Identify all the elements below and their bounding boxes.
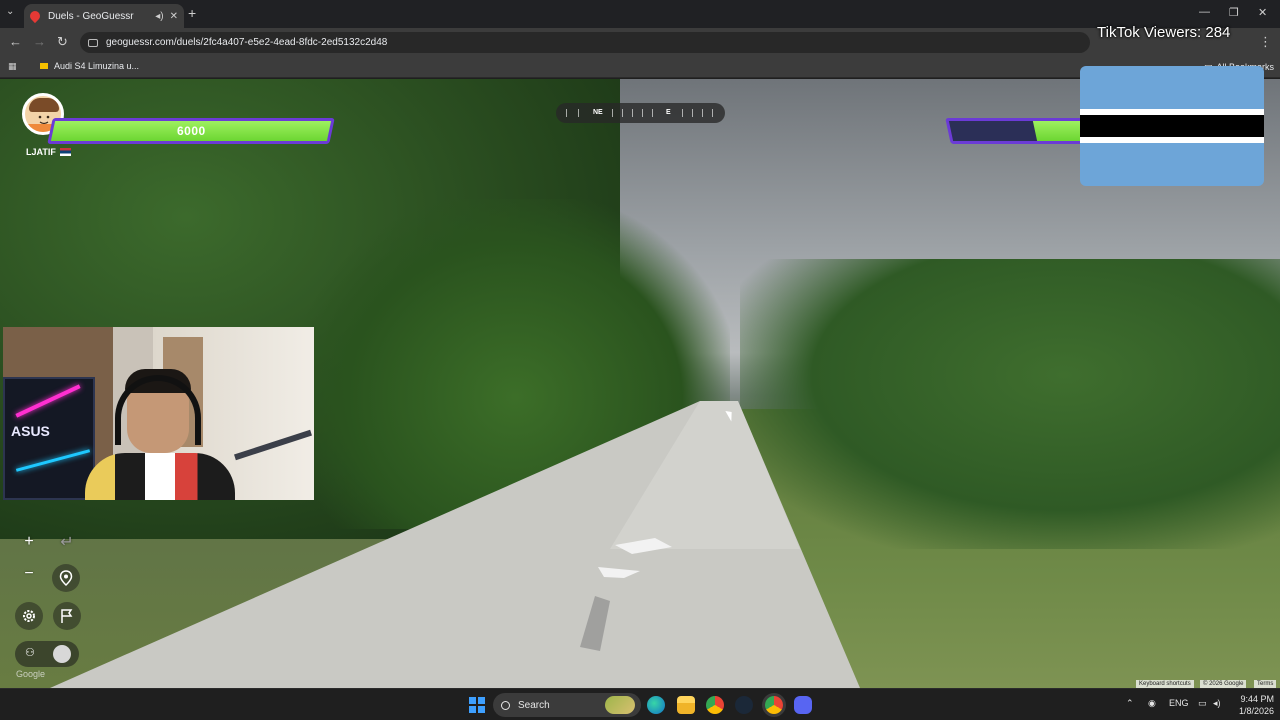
taskbar-clock[interactable]: 9:44 PM 1/8/2026 [1226, 693, 1274, 717]
compass-strip: NE E [556, 103, 725, 123]
search-icon [501, 700, 510, 710]
compass-label-ne: NE [593, 109, 603, 116]
botswana-flag-overlay [1080, 66, 1264, 186]
chrome-active-icon[interactable] [765, 696, 783, 714]
compass-label-e: E [666, 109, 671, 116]
file-explorer-icon[interactable] [677, 696, 695, 714]
address-bar[interactable]: geoguessr.com/duels/2fc4a407-e5e2-4ead-8… [80, 32, 1090, 53]
people-icon: ⚇ [25, 647, 35, 659]
restore-icon[interactable]: ❐ [1229, 6, 1239, 19]
menu-kebab-icon[interactable]: ⋮ [1259, 34, 1272, 50]
url-text: geoguessr.com/duels/2fc4a407-e5e2-4ead-8… [106, 37, 388, 48]
tab-search-icon[interactable]: ⌄ [6, 6, 14, 17]
tab-audio-icon[interactable]: ◂) [155, 11, 163, 22]
volume-icon[interactable]: ◂) [1213, 698, 1221, 709]
google-watermark: Google [16, 669, 46, 679]
map-view-toggle[interactable]: ⚇ [15, 641, 79, 667]
tab-duels[interactable]: Duels - GeoGuessr ◂) ✕ [24, 4, 184, 28]
back-icon[interactable]: ← [9, 34, 22, 49]
clock-date: 1/8/2026 [1238, 706, 1274, 716]
settings-button[interactable] [15, 602, 43, 630]
player-name-tag: LJATIF [26, 147, 71, 157]
opponent-health-bar [945, 118, 1101, 144]
chrome-icon[interactable] [706, 696, 724, 714]
gaming-pc: ASUS [3, 377, 95, 500]
language-indicator[interactable]: ENG [1169, 698, 1189, 708]
toggle-knob [53, 645, 71, 663]
clock-time: 9:44 PM [1240, 694, 1274, 704]
zoom-out-button[interactable]: − [18, 563, 40, 585]
return-to-start-button[interactable] [52, 564, 80, 592]
gear-icon [23, 610, 35, 622]
taskbar-search[interactable]: Search [493, 693, 641, 717]
discord-icon[interactable] [794, 696, 812, 714]
taskbar-search-label: Search [518, 699, 550, 711]
geoguessr-favicon-icon [27, 8, 43, 24]
windows-taskbar: Search ⌃ ◉ ENG ▭ ◂) 9:44 PM 1/8/2026 [0, 688, 1280, 720]
player-name: LJATIF [26, 147, 56, 157]
new-tab-button[interactable]: + [188, 5, 196, 21]
apps-grid-icon[interactable]: ▦ [8, 61, 17, 72]
search-highlight-icon [605, 696, 635, 714]
flag-icon [61, 609, 73, 623]
reload-icon[interactable]: ↻ [57, 34, 68, 50]
player-health-value: 6000 [176, 124, 206, 138]
serbia-flag-icon [59, 148, 71, 156]
bookmark-label: Audi S4 Limuzina u... [54, 61, 140, 71]
location-pin-icon [59, 570, 73, 586]
site-info-icon[interactable] [88, 38, 98, 47]
streamer-webcam: ASUS [3, 327, 314, 500]
network-icon[interactable]: ▭ [1198, 698, 1207, 709]
tab-title: Duels - GeoGuessr [48, 10, 134, 22]
steam-icon[interactable] [735, 696, 753, 714]
tray-overflow-icon[interactable]: ⌃ [1126, 698, 1134, 709]
microphone-icon[interactable]: ◉ [1148, 698, 1156, 709]
windows-start-icon[interactable] [469, 697, 485, 713]
close-window-icon[interactable]: ✕ [1258, 6, 1267, 19]
undo-move-button[interactable]: ↵ [56, 531, 78, 553]
tab-close-icon[interactable]: ✕ [170, 11, 178, 22]
edge-icon[interactable] [647, 696, 665, 714]
zoom-in-button[interactable]: + [18, 531, 40, 553]
report-flag-button[interactable] [53, 602, 81, 630]
bookmark-favicon-icon [40, 63, 48, 69]
tiktok-viewers-counter: TikTok Viewers: 284 [1097, 24, 1231, 41]
browser-toolbar: ← → ↻ geoguessr.com/duels/2fc4a407-e5e2-… [0, 28, 1280, 56]
minimize-icon[interactable]: — [1199, 6, 1210, 18]
browser-tab-strip: ⌄ Duels - GeoGuessr ◂) ✕ + — ❐ ✕ [0, 0, 1280, 28]
forward-icon[interactable]: → [33, 34, 46, 49]
streamer [85, 369, 235, 500]
bookmark-item[interactable]: Audi S4 Limuzina u... [40, 61, 139, 71]
player-health-bar: 6000 [47, 118, 335, 144]
